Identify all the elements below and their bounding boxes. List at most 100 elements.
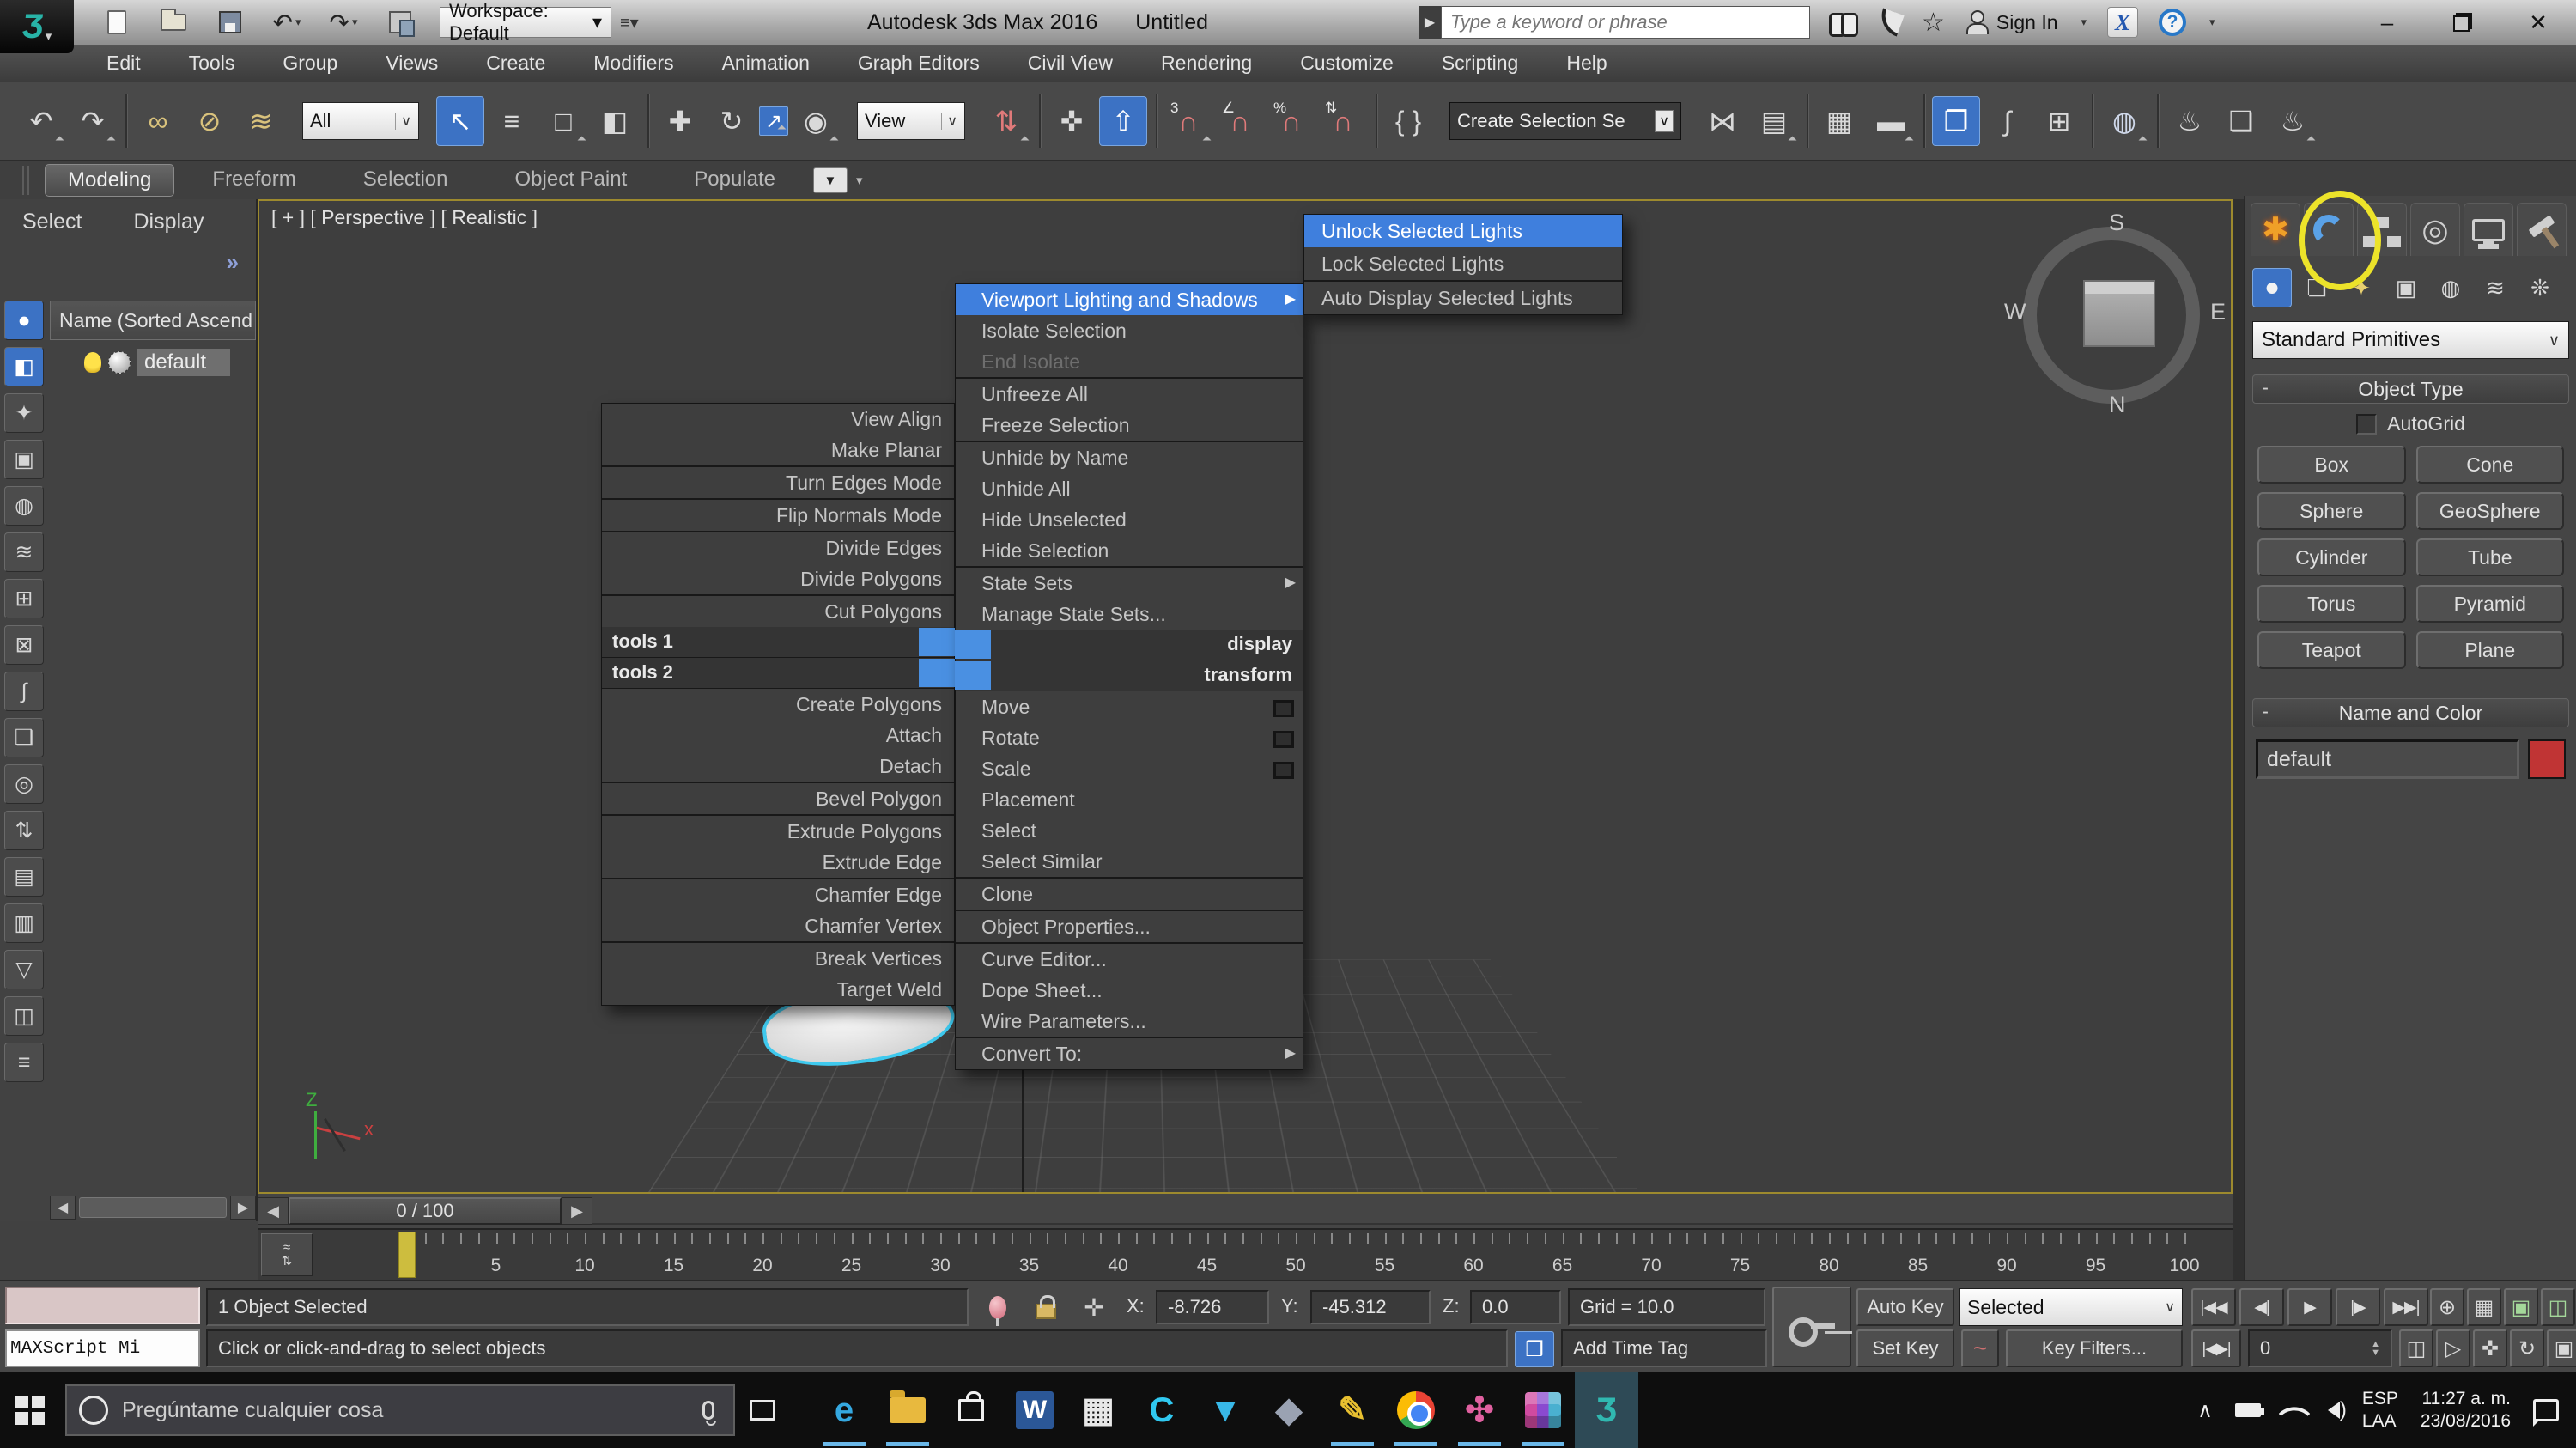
primitive-button[interactable]: GeoSphere [2416, 492, 2565, 530]
help-caret-icon[interactable]: ▾ [2209, 15, 2215, 29]
redo-button[interactable]: ↷▾ [326, 7, 361, 38]
quad-menu-item[interactable]: Curve Editor... [956, 944, 1303, 975]
open-file-button[interactable] [156, 7, 191, 38]
z-coord-field[interactable]: 0.0 [1470, 1290, 1561, 1324]
menu-item[interactable]: Views [386, 52, 438, 75]
filter-custom-icon[interactable]: ◫ [4, 996, 44, 1036]
create-tab-icon[interactable]: ✱ [2251, 203, 2300, 256]
menu-item[interactable]: Rendering [1161, 52, 1252, 75]
layer-manager-icon[interactable]: ▦ [1815, 96, 1863, 146]
quad-menu-item[interactable]: Select Similar [956, 846, 1303, 877]
battery-icon[interactable] [2235, 1403, 2261, 1417]
task-view-button[interactable] [735, 1372, 790, 1448]
quad-menu-item[interactable]: Break Vertices [602, 943, 954, 974]
submenu-item[interactable]: Auto Display Selected Lights [1304, 282, 1622, 314]
column-chooser-icon[interactable]: ▤ [4, 857, 44, 897]
toolbar-overflow-icon[interactable]: ≡▾ [620, 12, 639, 33]
primitive-button[interactable]: Tube [2416, 538, 2565, 576]
time-slider-grip[interactable]: 0 / 100 [289, 1197, 562, 1225]
menu-item[interactable]: Civil View [1028, 52, 1113, 75]
filter-helpers-icon[interactable]: ◍ [4, 486, 44, 526]
selection-region-icon[interactable]: □ [539, 96, 587, 146]
timeline-ruler[interactable]: 0510152025303540455055606570758085909510… [314, 1230, 2233, 1280]
tray-chevron-icon[interactable]: ∧ [2197, 1398, 2213, 1423]
previous-frame-icon[interactable]: ◀| [2239, 1288, 2284, 1326]
ribbon-display-dropdown[interactable]: ▼ [813, 167, 848, 193]
geometry-icon[interactable]: ● [2252, 268, 2292, 307]
scene-explorer-icon[interactable]: ❐ [1932, 96, 1980, 146]
quad-menu-item[interactable]: Bevel Polygon [602, 783, 954, 814]
clock[interactable]: 11:27 a. m. 23/08/2016 [2421, 1388, 2511, 1433]
play-icon[interactable]: ▶ [2287, 1288, 2332, 1326]
view-cube[interactable]: S W E N [2009, 213, 2224, 419]
filter-bones-icon[interactable]: ∫ [4, 672, 44, 711]
zoom-icon[interactable]: ⊕ [2430, 1288, 2464, 1326]
orbit-icon[interactable]: ↻ [2510, 1329, 2544, 1367]
search-input[interactable] [1441, 6, 1810, 39]
time-tag-icon[interactable]: ❒ [1515, 1331, 1554, 1367]
mirror-icon[interactable]: ⋈ [1698, 96, 1747, 146]
ribbon-tab[interactable]: Modeling [45, 164, 174, 197]
file-explorer[interactable] [876, 1372, 939, 1448]
ribbon-tab[interactable]: Object Paint [486, 164, 657, 197]
menu-item[interactable]: Animation [722, 52, 810, 75]
object-name-label[interactable]: default [137, 349, 230, 376]
quad-menu-item[interactable]: Rotate [956, 722, 1303, 753]
submenu-item[interactable]: Lock Selected Lights [1304, 247, 1622, 280]
filter-geometry-icon[interactable]: ● [4, 301, 44, 340]
zoom-all-icon[interactable]: ▦ [2467, 1288, 2501, 1326]
sign-in-caret-icon[interactable]: ▾ [2081, 15, 2087, 29]
primitive-button[interactable]: Cylinder [2257, 538, 2406, 576]
quad-menu-item[interactable]: Clone [956, 879, 1303, 910]
scale-icon[interactable]: ↗ [759, 106, 788, 136]
render-setup-icon[interactable]: ♨ [2166, 96, 2214, 146]
autogrid-checkbox[interactable] [2356, 414, 2377, 435]
quad-menu-item[interactable]: Select [956, 815, 1303, 846]
minimize-button[interactable]: – [2349, 0, 2425, 45]
maxscript-mini-listener[interactable]: MAXScript Mi [5, 1329, 200, 1367]
primitive-button[interactable]: Torus [2257, 585, 2406, 623]
move-icon[interactable]: ✚ [656, 96, 704, 146]
angle-snap-icon[interactable]: ∩∠ [1216, 96, 1264, 146]
pen-app[interactable]: ◆ [1257, 1372, 1321, 1448]
menu-item[interactable]: Tools [189, 52, 235, 75]
filter-materials-icon[interactable]: ◎ [4, 764, 44, 804]
render-production-icon[interactable]: ♨ [2269, 96, 2317, 146]
chrome[interactable] [1384, 1372, 1448, 1448]
select-place-icon[interactable]: ◉ [792, 96, 840, 146]
select-object-icon[interactable]: ↖ [436, 96, 484, 146]
utilities-tab-icon[interactable] [2517, 203, 2567, 256]
ribbon-toggle-icon[interactable]: ▬ [1867, 96, 1915, 146]
spinner-icon[interactable]: ▲▼ [2371, 1340, 2380, 1357]
quad-menu-item[interactable]: Hide Unselected [956, 504, 1303, 535]
exchange-apps-icon[interactable]: X [2107, 7, 2138, 38]
word[interactable]: W [1003, 1372, 1066, 1448]
menu-item[interactable]: Modifiers [593, 52, 673, 75]
start-button[interactable] [0, 1372, 60, 1448]
workspace-dropdown[interactable]: Workspace: Default ▾ [440, 7, 611, 38]
time-slider-track[interactable] [592, 1197, 2233, 1225]
default-tangent-button[interactable]: ~ [1961, 1329, 1999, 1367]
quad-menu-item[interactable]: Divide Edges [602, 532, 954, 563]
pan-icon[interactable]: ✜ [2473, 1329, 2507, 1367]
set-key-button[interactable]: Set Key [1856, 1329, 1954, 1367]
quad-menu-item[interactable]: Unhide by Name [956, 442, 1303, 473]
field-of-view-icon[interactable]: ▷ [2436, 1329, 2470, 1367]
x-coord-field[interactable]: -8.726 [1156, 1290, 1269, 1324]
filter-lights-icon[interactable]: ✦ [4, 393, 44, 433]
menu-item[interactable]: Help [1566, 52, 1607, 75]
next-frame-icon[interactable]: |▶ [2336, 1288, 2380, 1326]
primitive-button[interactable]: Pyramid [2416, 585, 2565, 623]
ribbon-tab[interactable]: Freeform [183, 164, 325, 197]
quad-menu-item[interactable]: Detach [602, 751, 954, 782]
undo-button[interactable]: ↶▾ [270, 7, 304, 38]
menu-item[interactable]: Group [283, 52, 337, 75]
cortana-search-box[interactable]: Pregúntame cualquier cosa [65, 1384, 735, 1436]
systems-icon[interactable]: ❊ [2520, 268, 2560, 307]
select-and-link-icon[interactable]: ∞ [134, 96, 182, 146]
v-app[interactable]: ▼ [1194, 1372, 1257, 1448]
primitive-button[interactable]: Box [2257, 446, 2406, 484]
go-to-start-icon[interactable]: |◀◀ [2191, 1288, 2236, 1326]
compass-north[interactable]: N [2109, 392, 2126, 418]
rotate-icon[interactable]: ↻ [708, 96, 756, 146]
